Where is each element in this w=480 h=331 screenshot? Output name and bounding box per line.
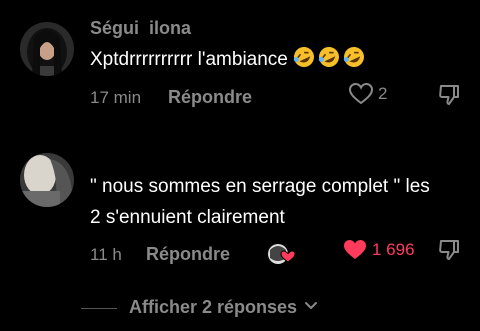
like-count: 1 696 [372,240,415,259]
comment-text-line-2: 2 s'ennuient clairement [90,207,285,228]
avatar[interactable] [20,22,74,76]
reply-button[interactable]: Répondre [168,87,252,108]
rolling-laughing-emoji-icon [293,47,365,67]
heart-outline-icon[interactable] [348,82,374,106]
like-count: 2 [378,84,388,103]
dislike-icon[interactable] [437,83,461,107]
comment-time: 11 h [90,245,122,264]
comment-text: Xptdrrrrrrrrrr l'ambiance [90,44,365,78]
comment-text-content: Xptdrrrrrrrrrr l'ambiance [90,49,288,70]
creator-liked-badge-icon [268,244,296,264]
user-avatar-image [20,22,74,76]
comment-time: 17 min [90,88,142,107]
show-replies-label: Afficher 2 réponses [129,297,298,317]
show-replies-button[interactable]: Afficher 2 réponses [129,297,318,318]
dislike-icon[interactable] [437,238,461,262]
comment-text: " nous sommes en serrage complet " les 2… [90,171,430,233]
avatar[interactable] [20,153,74,207]
divider-line [81,308,117,309]
chevron-down-icon [305,302,318,309]
comment-author[interactable]: Ségui ilona [90,18,191,39]
laughing-emoji-group [293,46,365,78]
reply-button[interactable]: Répondre [146,244,230,265]
heart-filled-icon[interactable] [342,238,368,262]
user-avatar-image [20,153,74,207]
comment-text-line-1: " nous sommes en serrage complet " les [90,176,430,197]
